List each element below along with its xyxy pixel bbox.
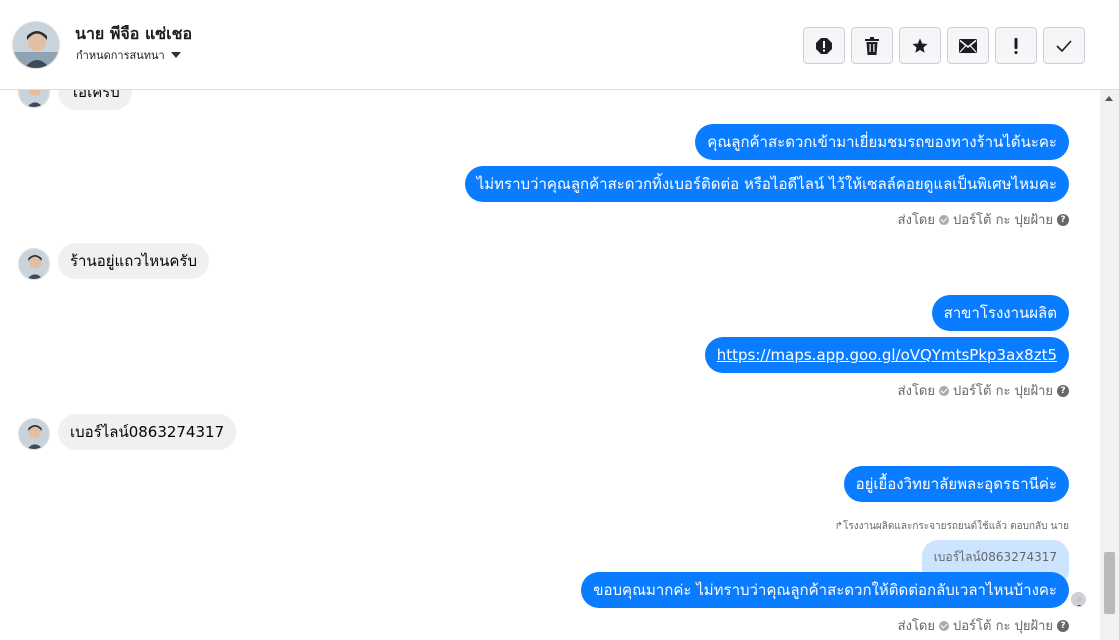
sender-avatar [18,90,50,108]
sent-by-agent: ปอร์โต้ กะ ปุยฝ้าย [953,619,1053,634]
sent-by-label: ส่งโดย ปอร์โต้ กะ ปุยฝ้าย ? [898,380,1069,401]
scroll-up-arrow-icon[interactable] [1105,96,1113,101]
seen-by-avatar [1071,592,1086,607]
star-button[interactable] [899,27,941,64]
outgoing-message[interactable]: ขอบคุณมากค่ะ ไม่ทราบว่าคุณลูกค้าสะดวกให้… [581,572,1069,608]
help-icon[interactable]: ? [1057,384,1069,397]
assign-conversation-dropdown[interactable]: กำหนดการสนทนา [76,46,181,64]
spam-icon [816,37,832,54]
sent-by-prefix: ส่งโดย [897,619,935,634]
incoming-message[interactable]: โอเครับ [58,90,132,110]
incoming-message[interactable]: เบอร์ไลน์0863274317 [58,414,237,450]
verified-check-icon [939,620,949,631]
verified-check-icon [939,214,949,225]
verified-check-icon [939,385,949,396]
scrollbar[interactable] [1100,90,1119,640]
header-actions [803,27,1085,64]
message-thread: โอเครับ คุณลูกค้าสะดวกเข้ามาเยี่ยมชมรถขอ… [0,90,1100,640]
envelope-icon [959,38,977,53]
contact-name: นาย พีจือ แซ่เชอ [75,24,193,43]
star-icon [912,38,928,53]
contact-avatar[interactable] [12,21,60,69]
reply-note: ↱โรงงานผลิตและกระจายรถยนต์ใช้แล้ว ตอบกลั… [834,521,1069,532]
trash-icon [865,36,879,55]
spam-button[interactable] [803,27,845,64]
sent-by-agent: ปอร์โต้ กะ ปุยฝ้าย [953,384,1053,399]
scrollbar-thumb[interactable] [1104,552,1115,614]
conversation-header: นาย พีจือ แซ่เชอ กำหนดการสนทนา [0,0,1119,90]
outgoing-message[interactable]: อยู่เยื้องวิทยาลัยพละอุดรธานีค่ะ [843,466,1069,502]
sent-by-prefix: ส่งโดย [897,384,935,399]
outgoing-message[interactable]: ไม่ทราบว่าคุณลูกค้าสะดวกทิ้งเบอร์ติดต่อ … [464,166,1069,202]
mark-unread-button[interactable] [947,27,989,64]
exclamation-icon [1014,37,1018,54]
incoming-message[interactable]: ร้านอยู่แถวไหนครับ [58,243,210,279]
assign-label: กำหนดการสนทนา [76,49,165,62]
delete-button[interactable] [851,27,893,64]
help-icon[interactable]: ? [1057,619,1069,632]
sent-by-label: ส่งโดย ปอร์โต้ กะ ปุยฝ้าย ? [898,615,1069,636]
check-icon [1056,39,1072,52]
sent-by-agent: ปอร์โต้ กะ ปุยฝ้าย [953,213,1053,228]
outgoing-message[interactable]: คุณลูกค้าสะดวกเข้ามาเยี่ยมชมรถของทางร้าน… [695,124,1069,160]
sender-avatar [18,418,50,450]
chevron-down-icon [170,52,181,58]
outgoing-link-message[interactable]: https://maps.app.goo.gl/oVQYmtsPkp3ax8zt… [704,337,1069,373]
sent-by-label: ส่งโดย ปอร์โต้ กะ ปุยฝ้าย ? [898,209,1069,230]
mark-done-button[interactable] [1043,27,1085,64]
help-icon[interactable]: ? [1057,213,1069,226]
sent-by-prefix: ส่งโดย [897,213,935,228]
outgoing-message[interactable]: สาขาโรงงานผลิต [931,295,1069,331]
sender-avatar [18,248,50,280]
follow-up-button[interactable] [995,27,1037,64]
map-link[interactable]: https://maps.app.goo.gl/oVQYmtsPkp3ax8zt… [717,346,1057,364]
